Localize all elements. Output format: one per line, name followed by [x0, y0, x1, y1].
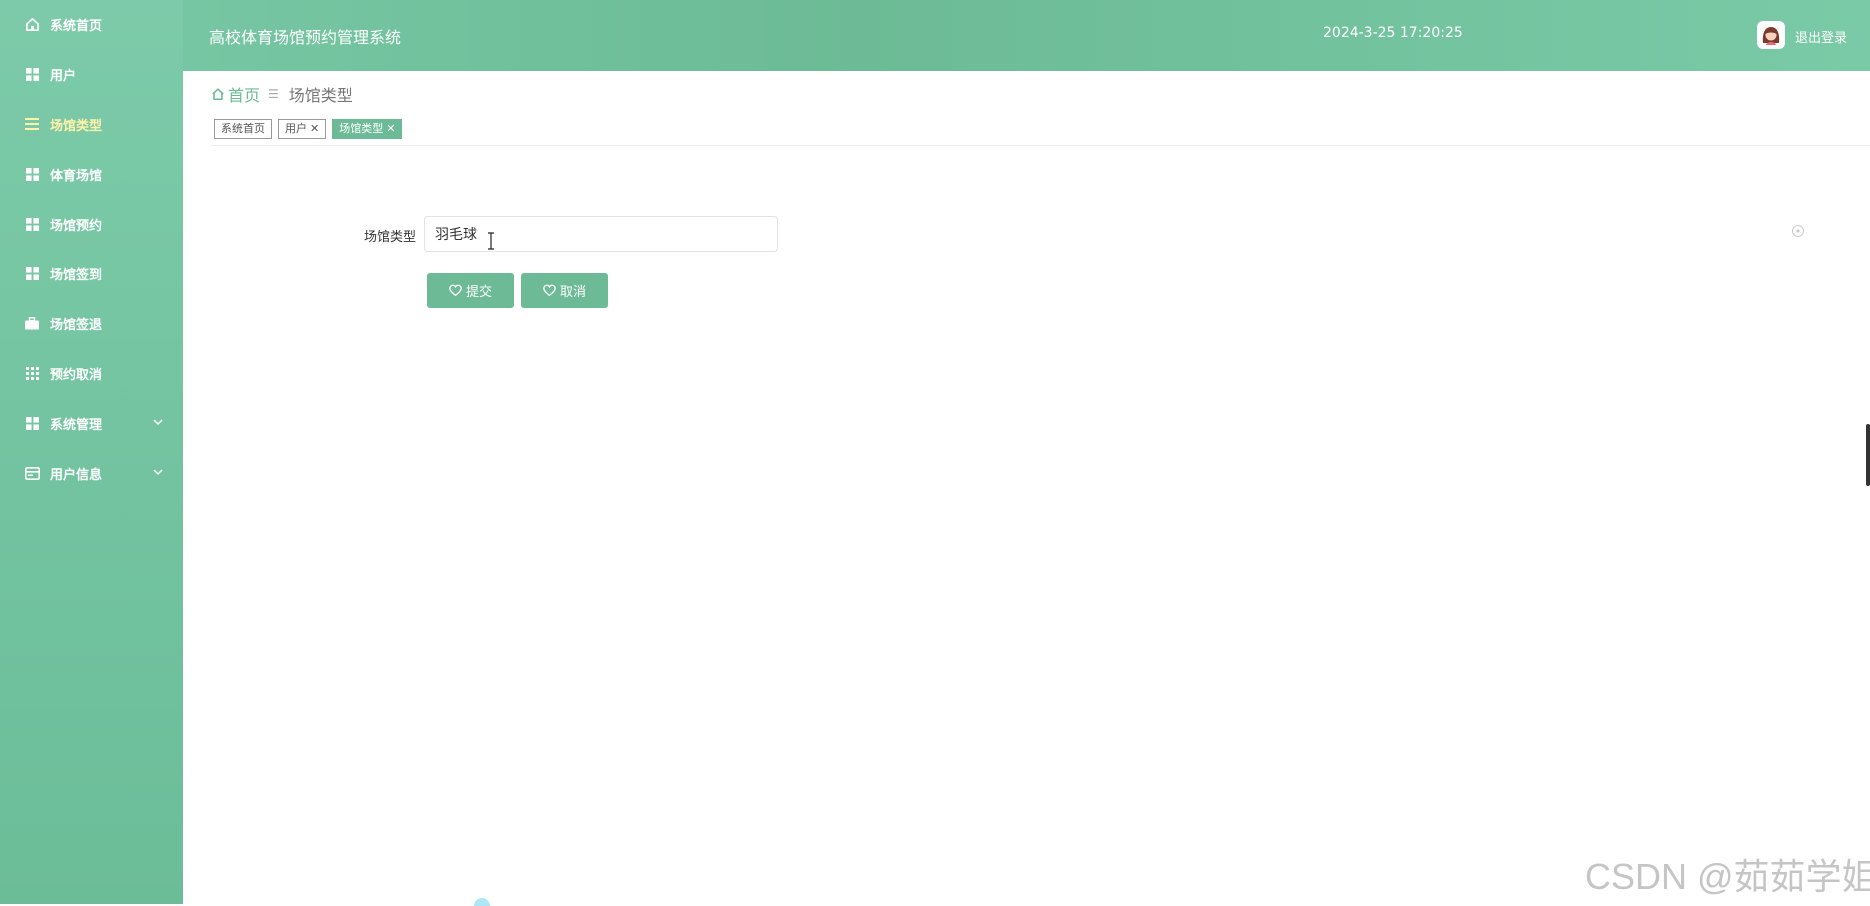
sidebar-item-system-admin[interactable]: 系统管理	[0, 403, 183, 443]
heart-icon	[449, 284, 462, 297]
chevron-down-icon	[151, 465, 165, 479]
sidebar-item-label: 场馆签退	[50, 317, 103, 333]
chevron-down-icon	[151, 415, 165, 429]
tag-venue-type[interactable]: 场馆类型 ✕	[332, 119, 403, 139]
watermark: CSDN @茹茹学姐	[1585, 856, 1870, 897]
sidebar-item-label: 系统首页	[50, 18, 103, 34]
card-icon	[24, 465, 40, 481]
grid-icon	[24, 216, 40, 232]
floating-indicator	[474, 898, 490, 906]
breadcrumb-home-label: 首页	[228, 86, 261, 105]
sidebar-item-label: 用户信息	[50, 467, 103, 483]
briefcase-icon	[24, 315, 40, 331]
tag-home[interactable]: 系统首页	[214, 119, 272, 139]
list-icon	[24, 116, 40, 132]
sidebar-item-users[interactable]: 用户	[0, 54, 183, 94]
sidebar-item-label: 预约取消	[50, 367, 103, 383]
grid-icon	[24, 265, 40, 281]
logout-button[interactable]: 退出登录	[1795, 27, 1847, 46]
home-icon	[212, 88, 224, 101]
circle-dot-icon	[1792, 225, 1804, 237]
breadcrumb-separator-icon: ☰	[268, 87, 279, 101]
close-icon[interactable]: ✕	[386, 120, 395, 138]
breadcrumb: 首页 ☰ 场馆类型	[211, 82, 353, 106]
sidebar-item-checkin[interactable]: 场馆签到	[0, 253, 183, 293]
sidebar-item-label: 场馆预约	[50, 218, 103, 234]
sidebar-item-label: 系统管理	[50, 417, 103, 433]
venue-type-label: 场馆类型	[364, 230, 417, 245]
cancel-button[interactable]: 取消	[521, 273, 608, 308]
sidebar-item-label: 体育场馆	[50, 168, 103, 184]
sidebar-item-checkout[interactable]: 场馆签退	[0, 303, 183, 343]
avatar-girl-icon	[1762, 27, 1780, 45]
sidebar-item-label: 场馆类型	[50, 118, 103, 134]
grid-icon	[24, 66, 40, 82]
venue-type-input[interactable]	[424, 216, 778, 252]
avatar[interactable]	[1757, 21, 1785, 49]
sidebar: 系统首页 用户 场馆类型 体育场馆 场馆预约 场馆签到 场馆签退 预约取消 系统…	[0, 0, 183, 904]
grid-icon	[24, 166, 40, 182]
scrollbar-handle[interactable]	[1866, 424, 1870, 486]
close-icon[interactable]: ✕	[310, 120, 319, 138]
apps-icon	[24, 365, 40, 381]
tag-label: 用户	[285, 122, 307, 135]
sidebar-item-cancel-booking[interactable]: 预约取消	[0, 353, 183, 393]
app-title: 高校体育场馆预约管理系统	[209, 28, 402, 47]
sidebar-item-venues[interactable]: 体育场馆	[0, 154, 183, 194]
tags-view: 系统首页 用户 ✕ 场馆类型 ✕	[214, 119, 403, 139]
tag-users[interactable]: 用户 ✕	[278, 119, 327, 139]
cancel-label: 取消	[559, 285, 586, 300]
breadcrumb-home[interactable]: 首页	[211, 82, 260, 106]
heart-icon	[543, 284, 556, 297]
sidebar-item-label: 用户	[50, 68, 77, 84]
sidebar-item-booking[interactable]: 场馆预约	[0, 204, 183, 244]
tags-divider	[211, 145, 1870, 146]
sidebar-item-home[interactable]: 系统首页	[0, 4, 183, 44]
top-header: 高校体育场馆预约管理系统 2024-3-25 17:20:25 退出登录	[183, 0, 1870, 71]
submit-button[interactable]: 提交	[427, 273, 514, 308]
sidebar-item-user-info[interactable]: 用户信息	[0, 453, 183, 493]
grid-icon	[24, 415, 40, 431]
current-datetime: 2024-3-25 17:20:25	[1323, 25, 1463, 41]
sidebar-item-venue-type[interactable]: 场馆类型	[0, 104, 183, 144]
tag-label: 系统首页	[221, 122, 265, 135]
tag-label: 场馆类型	[339, 122, 384, 135]
breadcrumb-current: 场馆类型	[288, 86, 353, 105]
submit-label: 提交	[465, 285, 492, 300]
home-icon	[24, 16, 40, 32]
sidebar-item-label: 场馆签到	[50, 267, 103, 283]
